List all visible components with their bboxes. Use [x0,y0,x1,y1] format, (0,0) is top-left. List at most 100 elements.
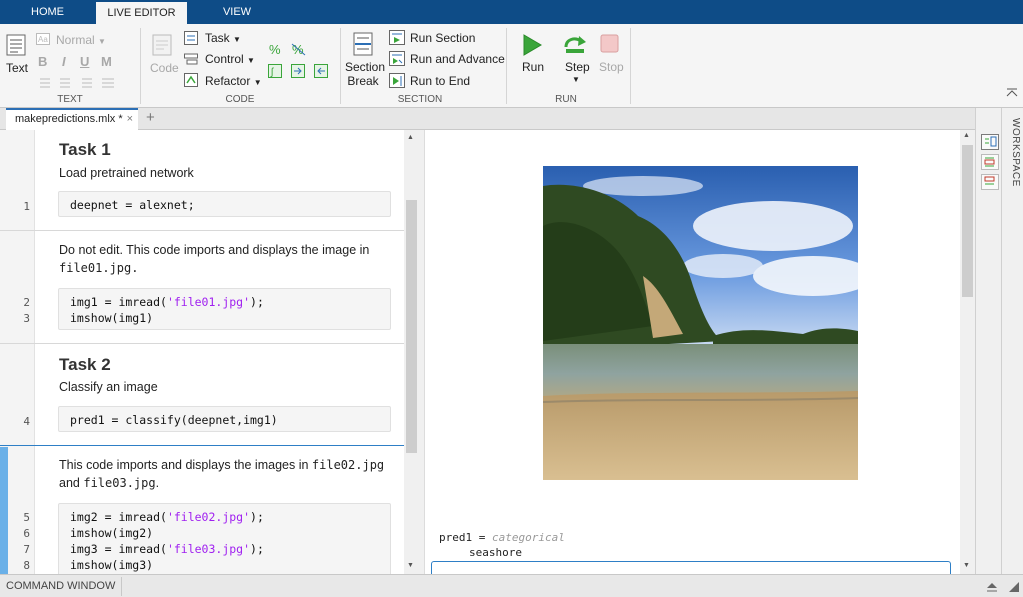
code-string: 'file01.jpg' [166,295,251,309]
control-icon [184,53,198,65]
command-window-label[interactable]: COMMAND WINDOW [6,580,115,592]
indent-icon[interactable] [291,64,305,78]
command-window-bar[interactable]: COMMAND WINDOW [0,574,1023,597]
task-button[interactable]: Task ▼ [205,31,241,45]
outdent-icon[interactable] [314,64,328,78]
code-block[interactable]: img1 = imread('file01.jpg'); imshow(img1… [58,288,391,330]
code-line: deepnet = alexnet; [70,198,195,212]
control-button[interactable]: Control ▼ [205,52,255,66]
expand-panel-icon[interactable] [986,581,998,593]
code-line: img1 = imread('file01.jpg'); [70,295,264,309]
output-var-type: categorical [491,531,565,544]
stop-icon [600,34,619,53]
section-divider [0,230,404,231]
scrollbar-thumb[interactable] [962,145,973,297]
tab-view[interactable]: VIEW [189,0,285,24]
document-tab[interactable]: makepredictions.mlx * × [6,108,138,130]
task-label: Task [205,31,230,45]
separator [506,28,507,104]
tab-home[interactable]: HOME [0,0,95,24]
style-value: Normal [56,33,95,47]
code-block[interactable]: img2 = imread('file02.jpg'); imshow(img2… [58,503,391,574]
output-inline-view-icon[interactable] [981,154,999,170]
hide-code-view-icon[interactable] [981,174,999,190]
scroll-up-icon[interactable]: ▲ [407,134,414,141]
output-var-name: pred1 = [439,531,492,544]
code-token: img2 = imread( [70,510,167,524]
separator [340,28,341,104]
live-script-editor[interactable]: Task 1 Load pretrained network 1 deepnet… [0,130,404,574]
svg-text:Aa: Aa [38,35,48,44]
section-break-button[interactable]: Section Break [345,60,386,88]
svg-text:%: % [269,42,281,56]
text-button[interactable]: Text [6,61,28,75]
note2-line1: This code imports and displays the image… [59,456,384,474]
monospace-button[interactable]: M [101,54,112,69]
style-select[interactable]: Normal ▼ [56,33,106,47]
run-and-advance-button[interactable]: Run and Advance [410,52,505,66]
line-number: 4 [23,415,30,428]
output-selection-box[interactable] [431,561,951,574]
stop-button[interactable]: Stop [599,60,624,74]
tab-live-editor[interactable]: LIVE EDITOR [96,2,187,24]
code-block[interactable]: pred1 = classify(deepnet,img1) [58,406,391,432]
code-group-label: CODE [225,94,255,105]
step-button[interactable]: Step [565,60,590,74]
code-line: imshow(img2) [70,526,154,540]
note2-text-run: . [155,476,160,490]
code-button[interactable]: Code [150,61,179,75]
italic-button[interactable]: I [62,54,66,69]
comment-icon[interactable]: % [268,42,282,56]
underline-button[interactable]: U [80,54,89,69]
note1-text: Do not edit. This code imports and displ… [59,241,369,277]
code-token: ); [250,542,264,556]
note2-text-run: This code imports and displays the image… [59,458,312,472]
uncomment-icon[interactable]: % [291,42,307,56]
wrap-icon[interactable]: ʃ [268,64,282,78]
line-number: 5 [23,511,30,524]
line-number: 8 [23,559,30,572]
run-section-icon [389,30,405,45]
font-style-icon: Aa [36,33,50,45]
chevron-down-icon[interactable]: ▼ [572,75,580,84]
text-group-label: TEXT [57,94,83,105]
new-tab-button[interactable]: + [146,109,155,126]
code-token: img1 = imread( [70,295,167,309]
section-break-icon [353,32,373,56]
output-right-view-icon[interactable] [981,134,999,150]
chevron-down-icon: ▼ [233,35,241,44]
dock-icon[interactable] [1008,581,1020,593]
refactor-button[interactable]: Refactor ▼ [205,74,262,88]
note2-code-run: file02.jpg [311,458,385,472]
bold-button[interactable]: B [38,54,47,69]
code-icon [152,34,172,56]
editor-scrollbar[interactable]: ▲ ▼ [404,130,419,574]
code-line: img3 = imread('file03.jpg'); [70,542,264,556]
line-number: 2 [23,296,30,309]
code-string: 'file03.jpg' [166,542,251,556]
scroll-down-icon[interactable]: ▼ [963,562,970,569]
collapse-ribbon-icon[interactable] [1006,88,1018,98]
task1-heading: Task 1 [59,140,111,159]
refactor-label: Refactor [205,74,251,88]
run-button[interactable]: Run [522,60,544,74]
separator [121,577,122,596]
output-value: seashore [469,546,522,559]
section-break-label-1: Section [345,60,386,74]
run-icon [523,34,542,56]
task-icon [184,31,198,45]
scroll-up-icon[interactable]: ▲ [963,132,970,139]
workspace-tab[interactable]: WORKSPACE [1003,118,1021,198]
code-token: ); [250,510,264,524]
close-icon[interactable]: × [127,110,133,128]
code-token: ); [250,295,264,309]
code-block[interactable]: deepnet = alexnet; [58,191,391,217]
output-scrollbar[interactable]: ▲ ▼ [960,130,975,574]
scroll-down-icon[interactable]: ▼ [407,562,414,569]
run-to-end-icon [389,73,405,88]
run-to-end-button[interactable]: Run to End [410,74,470,88]
run-section-button[interactable]: Run Section [410,31,475,45]
text-icon [6,34,26,56]
line-number: 1 [23,200,30,213]
scrollbar-thumb[interactable] [406,200,417,453]
